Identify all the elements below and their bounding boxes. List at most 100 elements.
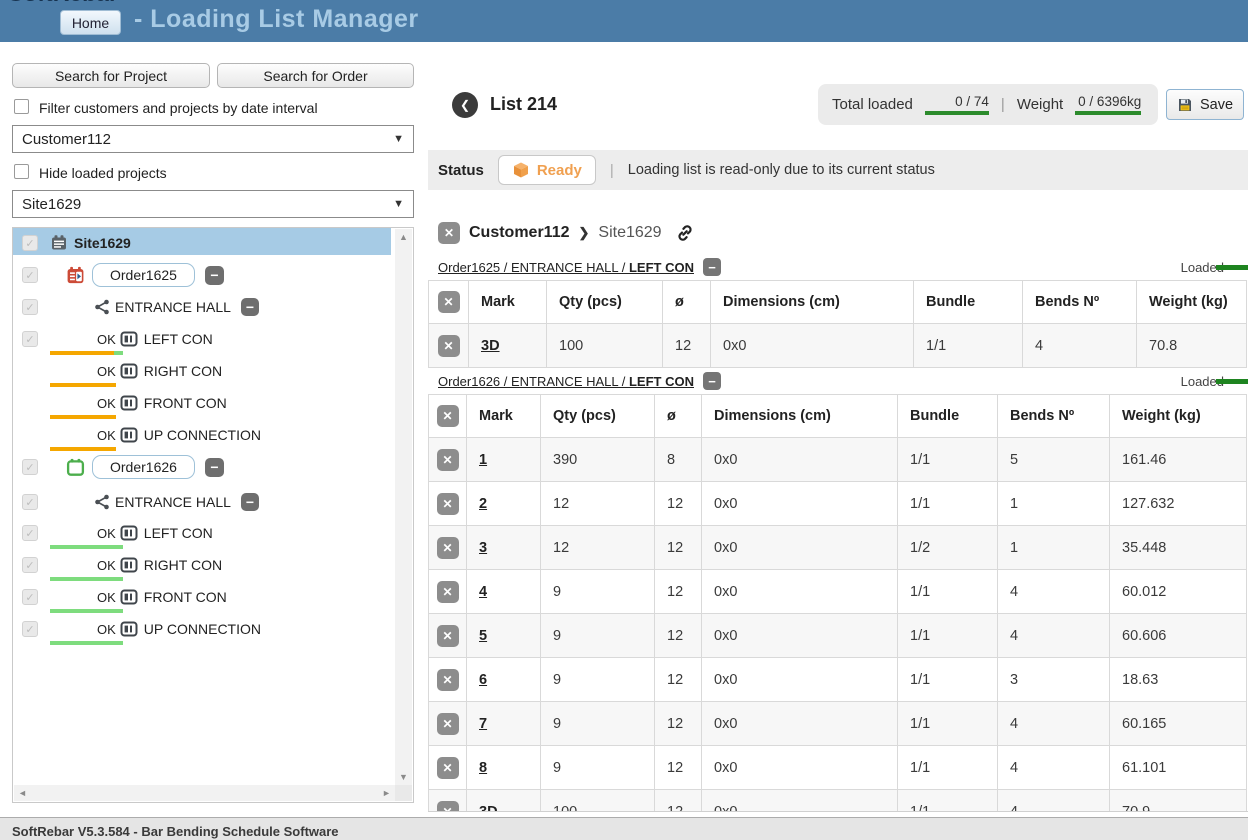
col-bundle: Bundle bbox=[914, 281, 1023, 324]
mark-link[interactable]: 3D bbox=[479, 804, 498, 813]
collapse-area-button[interactable]: − bbox=[241, 298, 259, 316]
remove-row-icon[interactable]: ✕ bbox=[437, 581, 459, 603]
scrollbar-corner bbox=[395, 785, 412, 801]
save-button[interactable]: Save bbox=[1166, 89, 1244, 120]
progress-bar bbox=[50, 641, 123, 645]
rebar-table-order1626: ✕ Mark Qty (pcs) ø Dimensions (cm) Bundl… bbox=[428, 394, 1247, 812]
close-icon[interactable]: ✕ bbox=[438, 222, 460, 244]
loaded-progress-bar bbox=[1216, 265, 1248, 270]
remove-row-icon[interactable]: ✕ bbox=[437, 625, 459, 647]
tree-checkbox[interactable]: ✓ bbox=[22, 557, 38, 573]
collapse-section-button[interactable]: − bbox=[703, 258, 721, 276]
mark-link[interactable]: 6 bbox=[479, 672, 487, 688]
status-message: Loading list is read-only due to its cur… bbox=[628, 162, 935, 178]
collapse-area-button[interactable]: − bbox=[241, 493, 259, 511]
progress-bar bbox=[50, 609, 123, 613]
mark-link[interactable]: 3 bbox=[479, 540, 487, 556]
tree-item-label[interactable]: RIGHT CON bbox=[144, 363, 222, 379]
col-mark: Mark bbox=[467, 395, 541, 438]
tree-checkbox[interactable]: ✓ bbox=[22, 331, 38, 347]
link-icon[interactable] bbox=[675, 223, 695, 243]
col-bends: Bends Nº bbox=[1023, 281, 1137, 324]
filter-date-checkbox[interactable] bbox=[14, 99, 29, 119]
col-bends: Bends Nº bbox=[998, 395, 1110, 438]
totals-separator: | bbox=[1001, 96, 1005, 113]
status-ready-chip[interactable]: Ready bbox=[498, 155, 596, 185]
remove-row-icon[interactable]: ✕ bbox=[438, 335, 460, 357]
close-all-icon[interactable]: ✕ bbox=[438, 291, 460, 313]
tree-item-label[interactable]: RIGHT CON bbox=[144, 557, 222, 573]
tree-item-label[interactable]: FRONT CON bbox=[144, 589, 227, 605]
remove-row-icon[interactable]: ✕ bbox=[437, 713, 459, 735]
close-all-icon[interactable]: ✕ bbox=[437, 405, 459, 427]
customer-select[interactable]: Customer112 ▼ bbox=[12, 125, 414, 153]
collapse-order-button[interactable]: − bbox=[205, 266, 224, 285]
progress-bar bbox=[50, 383, 116, 387]
tree-item-element: ✓ OK FRONT CON bbox=[14, 582, 390, 612]
tree-item-label[interactable]: UP CONNECTION bbox=[144, 621, 261, 637]
scroll-right-icon[interactable]: ► bbox=[378, 785, 395, 801]
tree-checkbox[interactable]: ✓ bbox=[22, 235, 38, 251]
remove-row-icon[interactable]: ✕ bbox=[437, 537, 459, 559]
mark-link[interactable]: 1 bbox=[479, 452, 487, 468]
tree-checkbox[interactable]: ✓ bbox=[22, 299, 38, 315]
remove-row-icon[interactable]: ✕ bbox=[437, 757, 459, 779]
package-box-icon bbox=[512, 161, 530, 179]
weight-label: Weight bbox=[1017, 96, 1063, 113]
mark-link[interactable]: 2 bbox=[479, 496, 487, 512]
home-button[interactable]: Home bbox=[60, 10, 121, 35]
col-dimensions: Dimensions (cm) bbox=[702, 395, 898, 438]
tree-checkbox[interactable]: ✓ bbox=[22, 267, 38, 283]
collapse-section-button[interactable]: − bbox=[703, 372, 721, 390]
remove-row-icon[interactable]: ✕ bbox=[437, 493, 459, 515]
tree-checkbox[interactable]: ✓ bbox=[22, 621, 38, 637]
section-link[interactable]: Order1625 / ENTRANCE HALL / LEFT CON bbox=[438, 260, 694, 275]
site-select[interactable]: Site1629 ▼ bbox=[12, 190, 414, 218]
tree-item-label[interactable]: UP CONNECTION bbox=[144, 427, 261, 443]
search-project-button[interactable]: Search for Project bbox=[12, 63, 210, 88]
section-link[interactable]: Order1626 / ENTRANCE HALL / LEFT CON bbox=[438, 374, 694, 389]
tree-item-site[interactable]: ✓ Site1629 bbox=[14, 228, 390, 258]
mark-link[interactable]: 7 bbox=[479, 716, 487, 732]
mark-link[interactable]: 8 bbox=[479, 760, 487, 776]
table-row: ✕ 3D 100 12 0x0 1/1 4 70.8 bbox=[429, 324, 1247, 368]
collapse-order-button[interactable]: − bbox=[205, 458, 224, 477]
tree-checkbox[interactable]: ✓ bbox=[22, 589, 38, 605]
tree-item-area: ✓ ENTRANCE HALL − bbox=[14, 487, 390, 517]
back-button[interactable]: ❮ bbox=[452, 92, 478, 118]
order-button[interactable]: Order1626 bbox=[92, 455, 195, 479]
scroll-up-icon[interactable]: ▲ bbox=[395, 229, 412, 245]
breadcrumb-site: Site1629 bbox=[598, 224, 661, 242]
mark-link[interactable]: 3D bbox=[481, 338, 500, 354]
tree-vertical-scrollbar[interactable]: ▲ ▼ bbox=[395, 229, 412, 785]
rebar-table-order1625: ✕ Mark Qty (pcs) ø Dimensions (cm) Bundl… bbox=[428, 280, 1247, 368]
tree-item-label[interactable]: LEFT CON bbox=[144, 331, 213, 347]
tree-item-label[interactable]: FRONT CON bbox=[144, 395, 227, 411]
tree-checkbox[interactable]: ✓ bbox=[22, 525, 38, 541]
remove-row-icon[interactable]: ✕ bbox=[437, 449, 459, 471]
tree-checkbox[interactable]: ✓ bbox=[22, 494, 38, 510]
remove-row-icon[interactable]: ✕ bbox=[437, 669, 459, 691]
status-value: Ready bbox=[537, 162, 582, 179]
section-header: Order1625 / ENTRANCE HALL / LEFT CON − L… bbox=[428, 256, 1248, 278]
col-weight: Weight (kg) bbox=[1110, 395, 1247, 438]
tree-item-label[interactable]: ENTRANCE HALL bbox=[115, 494, 231, 510]
tree-item-label: Site1629 bbox=[74, 235, 131, 251]
hide-loaded-label: Hide loaded projects bbox=[39, 165, 167, 181]
tree-checkbox[interactable]: ✓ bbox=[22, 459, 38, 475]
tree-item-element: ✓ OK UP CONNECTION bbox=[14, 614, 390, 644]
mark-link[interactable]: 5 bbox=[479, 628, 487, 644]
customer-select-value: Customer112 bbox=[22, 131, 111, 148]
scroll-left-icon[interactable]: ◄ bbox=[14, 785, 31, 801]
search-order-button[interactable]: Search for Order bbox=[217, 63, 414, 88]
tree-item-label[interactable]: LEFT CON bbox=[144, 525, 213, 541]
remove-row-icon[interactable]: ✕ bbox=[437, 801, 459, 813]
mark-link[interactable]: 4 bbox=[479, 584, 487, 600]
order-loading-icon bbox=[66, 266, 85, 285]
hide-loaded-checkbox[interactable] bbox=[14, 164, 29, 184]
order-button[interactable]: Order1625 bbox=[92, 263, 195, 287]
tree-item-label[interactable]: ENTRANCE HALL bbox=[115, 299, 231, 315]
scroll-down-icon[interactable]: ▼ bbox=[395, 769, 412, 785]
tree-horizontal-scrollbar[interactable]: ◄ ► bbox=[14, 785, 395, 801]
progress-bar bbox=[50, 351, 123, 355]
